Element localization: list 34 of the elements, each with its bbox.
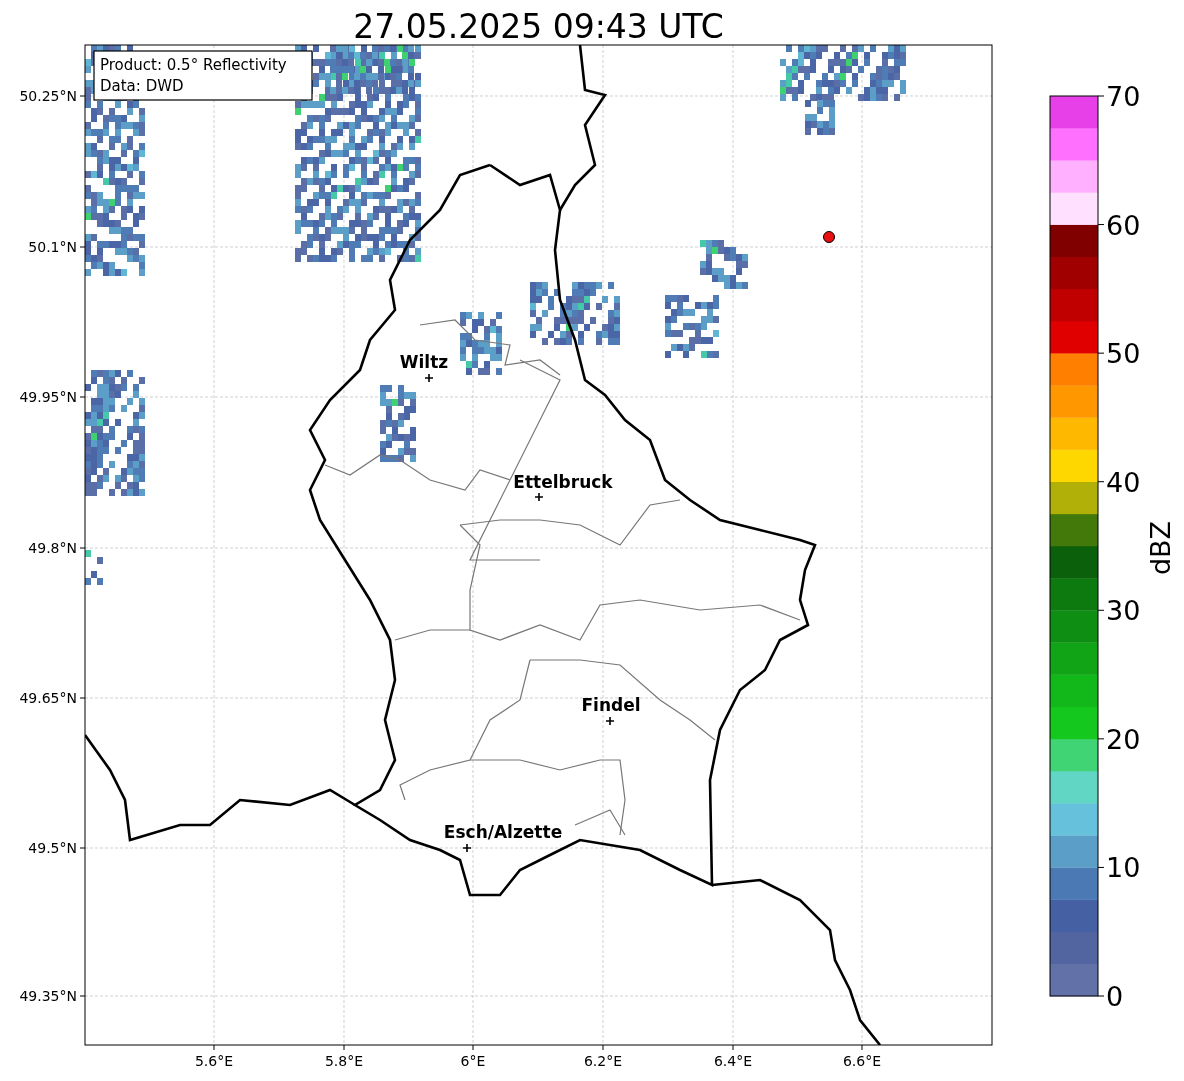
colorbar-tick-label: 70 [1106, 81, 1141, 112]
city-marker-icon [605, 716, 615, 726]
axis-tick-label: 49.5°N [28, 840, 77, 856]
axis-tick-label: 49.65°N [19, 690, 77, 706]
axis-tick-label: 49.8°N [28, 540, 77, 556]
city-marker-icon [424, 373, 434, 383]
city-marker-icon [534, 492, 544, 502]
colorbar-tick-label: 20 [1106, 723, 1141, 755]
colorbar-tick-label: 10 [1106, 852, 1141, 884]
axis-tick-label: 6.6°E [842, 1053, 882, 1069]
chart-title: 27.05.2025 09:43 UTC [353, 7, 724, 46]
city-label: Esch/Alzette [443, 822, 563, 842]
axis-tick-label: 50.1°N [28, 239, 77, 255]
axis-tick-label: 49.35°N [19, 988, 77, 1004]
city-label: Ettelbruck [513, 472, 613, 492]
colorbar-tick-label: 0 [1106, 981, 1124, 1012]
colorbar-tick-label: 30 [1106, 595, 1141, 627]
axis-tick-label: 49.95°N [19, 389, 77, 405]
info-text: Product: 0.5° Reflectivity [100, 56, 287, 74]
axis-tick-label: 5.8°E [324, 1053, 364, 1069]
colorbar-tick-label: 40 [1106, 466, 1141, 498]
axis-tick-label: 5.6°E [194, 1053, 234, 1069]
colorbar-tick-label: 50 [1106, 338, 1141, 370]
axis-tick-label: 50.25°N [19, 88, 77, 104]
axis-tick-label: 6.4°E [713, 1053, 753, 1069]
colorbar-tick-label: 60 [1106, 209, 1141, 241]
city-label: Findel [581, 695, 641, 715]
city-label: Wiltz [399, 352, 449, 372]
axis-tick-label: 6°E [460, 1053, 486, 1069]
colorbar-label: dBZ [1145, 520, 1176, 576]
axis-tick-label: 6.2°E [583, 1053, 623, 1069]
city-marker-icon [462, 843, 472, 853]
radar-site-marker [823, 231, 835, 243]
info-text: Data: DWD [100, 77, 184, 95]
